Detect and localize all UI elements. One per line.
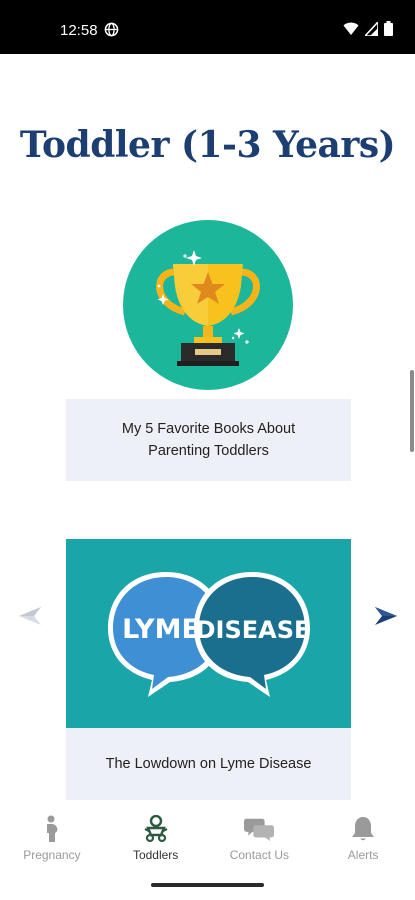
nav-label: Pregnancy — [23, 848, 81, 862]
scrollbar[interactable] — [410, 370, 414, 452]
arrow-right-icon[interactable] — [374, 604, 398, 633]
nav-label: Contact Us — [229, 848, 290, 862]
battery-icon — [384, 21, 393, 41]
lyme-text: LYME — [122, 614, 200, 645]
arrow-left-icon[interactable] — [18, 604, 42, 633]
nav-item-toddlers[interactable]: Toddlers — [104, 806, 208, 866]
trophy-icon — [156, 250, 260, 366]
nav-label: Alerts — [347, 848, 379, 862]
nav-item-contact-us[interactable]: Contact Us — [208, 806, 312, 866]
article-image-trophy[interactable] — [123, 220, 293, 390]
article-image-lyme-disease[interactable]: LYME DISEASE — [66, 539, 351, 728]
disease-text: DISEASE — [196, 616, 311, 644]
nav-item-pregnancy[interactable]: Pregnancy — [0, 806, 104, 866]
status-bar: 12:58 — [0, 0, 415, 54]
chat-bubbles-icon — [244, 814, 275, 844]
nav-label: Toddlers — [132, 848, 179, 862]
bell-icon — [348, 814, 378, 844]
article-title[interactable]: My 5 Favorite Books About Parenting Todd… — [66, 399, 351, 481]
article-title[interactable]: The Lowdown on Lyme Disease — [66, 728, 351, 800]
home-indicator[interactable] — [151, 883, 264, 887]
toddler-icon — [141, 814, 171, 844]
signal-icon — [363, 19, 379, 41]
page-title: Toddler (1-3 Years) — [19, 124, 396, 166]
status-time: 12:58 — [60, 22, 98, 39]
pregnant-person-icon — [37, 814, 67, 844]
globe-icon — [104, 22, 119, 42]
wifi-icon — [343, 22, 359, 41]
nav-item-alerts[interactable]: Alerts — [311, 806, 415, 866]
bottom-nav: Pregnancy Toddlers Contact Us Alerts — [0, 806, 415, 866]
